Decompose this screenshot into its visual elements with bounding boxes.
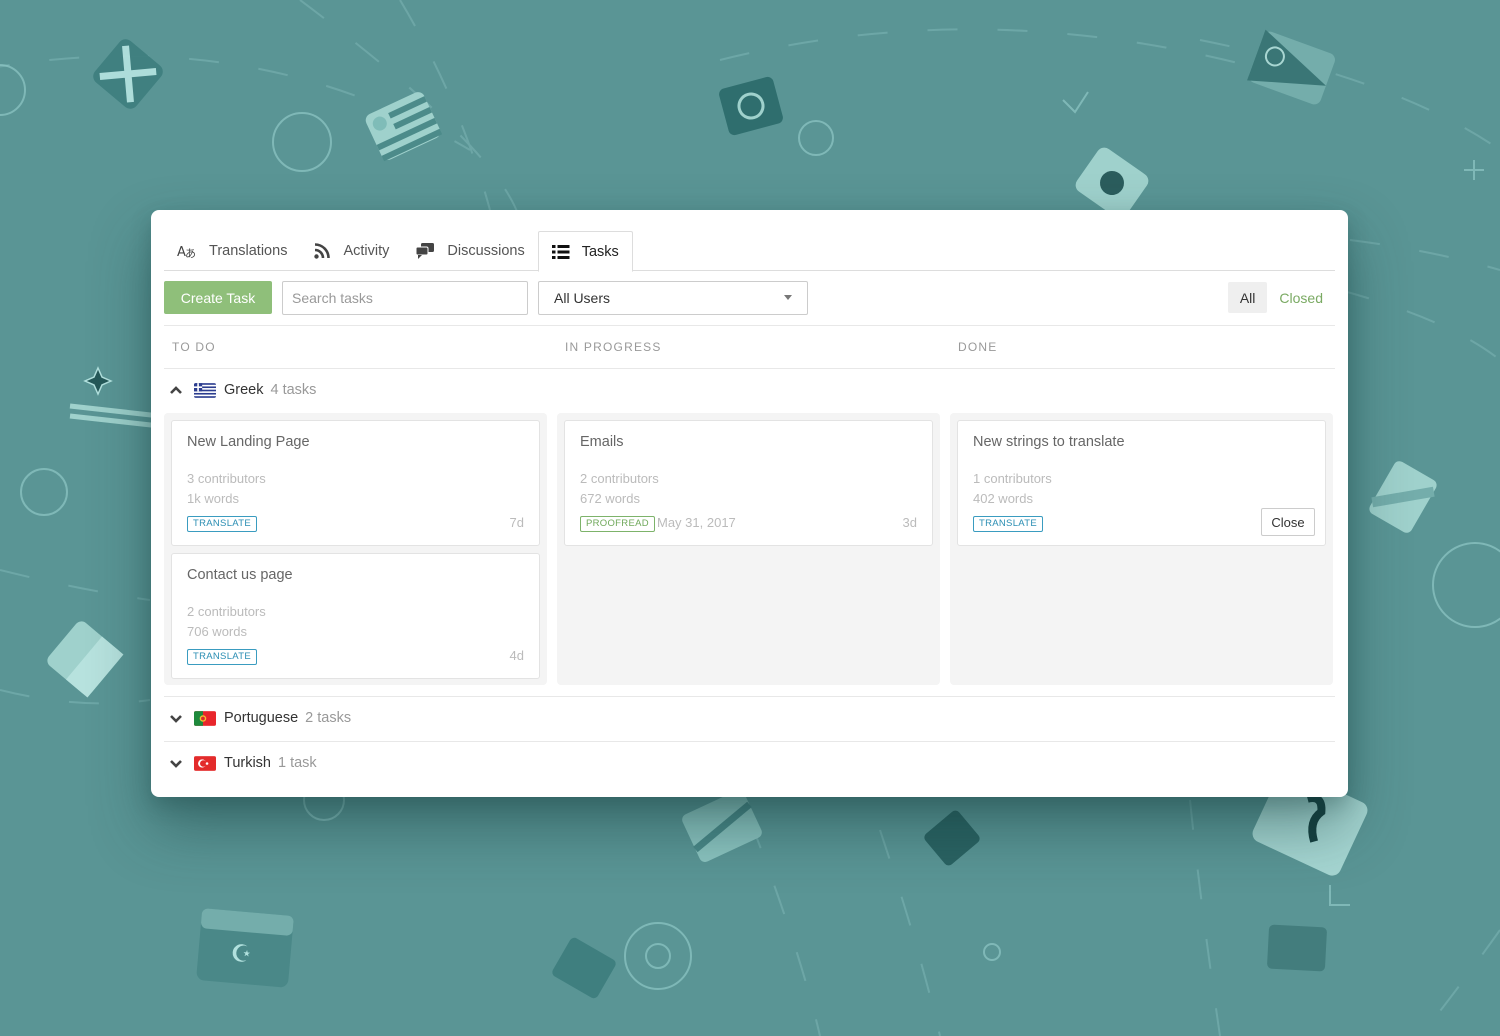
tab-tasks[interactable]: Tasks xyxy=(537,231,633,272)
task-type-badge: TRANSLATE xyxy=(187,516,257,532)
group-header-greek[interactable]: Greek 4 tasks xyxy=(164,379,1335,401)
task-contributors: 2 contributors xyxy=(580,471,659,486)
task-contributors: 3 contributors xyxy=(187,471,266,486)
tab-label: Translations xyxy=(209,243,288,259)
tab-activity[interactable]: Activity xyxy=(300,231,402,271)
svg-text:☪: ☪ xyxy=(229,939,253,969)
task-card[interactable]: New Landing Page 3 contributors 1k words… xyxy=(171,420,540,546)
status-filter: All Closed xyxy=(1227,282,1335,313)
group-header-portuguese[interactable]: Portuguese 2 tasks xyxy=(164,707,1335,729)
task-words: 402 words xyxy=(973,491,1033,506)
task-words: 672 words xyxy=(580,491,640,506)
close-task-button[interactable]: Close xyxy=(1261,508,1315,536)
divider xyxy=(164,368,1335,369)
tab-label: Activity xyxy=(343,243,390,259)
group-language: Greek xyxy=(224,382,264,398)
task-title: New Landing Page xyxy=(187,434,310,450)
tab-label: Discussions xyxy=(447,243,525,259)
chevron-down-icon[interactable] xyxy=(168,710,184,726)
task-type-badge: TRANSLATE xyxy=(973,516,1043,532)
translate-icon: Aあ xyxy=(177,243,197,259)
tasks-panel: Aあ Translations Activity Discussions Tas… xyxy=(151,210,1348,797)
list-icon xyxy=(551,244,570,259)
tab-translations[interactable]: Aあ Translations xyxy=(164,231,300,271)
tab-bar: Aあ Translations Activity Discussions Tas… xyxy=(164,231,1335,272)
task-contributors: 1 contributors xyxy=(973,471,1052,486)
group-task-count: 2 tasks xyxy=(305,710,352,726)
task-type-badge: TRANSLATE xyxy=(187,649,257,665)
create-task-button[interactable]: Create Task xyxy=(164,281,272,314)
group-language: Turkish xyxy=(224,755,271,771)
column-header-done: DONE xyxy=(958,340,998,354)
flag-decoration xyxy=(93,39,163,109)
chevron-up-icon[interactable] xyxy=(168,382,184,398)
task-age: 7d xyxy=(509,515,524,530)
toolbar: Create Task All Users All Closed xyxy=(164,281,1335,315)
task-age: 4d xyxy=(509,648,524,663)
svg-text:あ: あ xyxy=(185,247,196,259)
done-column: New strings to translate 1 contributors … xyxy=(950,413,1333,685)
column-header-in-progress: IN PROGRESS xyxy=(565,340,662,354)
task-title: Emails xyxy=(580,434,624,450)
user-filter-value: All Users xyxy=(554,290,611,306)
divider xyxy=(164,741,1335,742)
task-title: New strings to translate xyxy=(973,434,1125,450)
chevron-down-icon[interactable] xyxy=(168,755,184,771)
task-type-badge: PROOFREAD xyxy=(580,516,655,532)
filter-closed[interactable]: Closed xyxy=(1267,282,1335,313)
tab-label: Tasks xyxy=(581,243,619,260)
caret-down-icon xyxy=(784,295,792,300)
task-words: 706 words xyxy=(187,624,247,639)
task-card[interactable]: New strings to translate 1 contributors … xyxy=(957,420,1326,546)
turkey-flag-icon xyxy=(194,755,216,771)
group-task-count: 4 tasks xyxy=(270,382,317,398)
in-progress-column: Emails 2 contributors 672 words PROOFREA… xyxy=(557,413,940,685)
group-task-count: 1 task xyxy=(278,755,317,771)
task-card[interactable]: Emails 2 contributors 672 words PROOFREA… xyxy=(564,420,933,546)
task-age: 3d xyxy=(902,515,917,530)
task-contributors: 2 contributors xyxy=(187,604,266,619)
task-words: 1k words xyxy=(187,491,240,506)
divider xyxy=(164,696,1335,697)
tab-discussions[interactable]: Discussions xyxy=(402,231,537,271)
rss-icon xyxy=(313,243,331,259)
task-due-date: May 31, 2017 xyxy=(657,515,736,530)
column-header-todo: TO DO xyxy=(172,340,216,354)
portugal-flag-icon xyxy=(194,710,216,726)
filter-all[interactable]: All xyxy=(1227,282,1268,313)
divider xyxy=(164,325,1335,326)
search-tasks-input[interactable] xyxy=(282,281,528,315)
comments-icon xyxy=(415,243,435,259)
task-card[interactable]: Contact us page 2 contributors 706 words… xyxy=(171,553,540,679)
task-title: Contact us page xyxy=(187,567,293,583)
group-header-turkish[interactable]: Turkish 1 task xyxy=(164,752,1335,774)
user-filter-select[interactable]: All Users xyxy=(538,281,808,315)
todo-column: New Landing Page 3 contributors 1k words… xyxy=(164,413,547,685)
greece-flag-icon xyxy=(194,382,216,398)
group-language: Portuguese xyxy=(224,710,299,726)
